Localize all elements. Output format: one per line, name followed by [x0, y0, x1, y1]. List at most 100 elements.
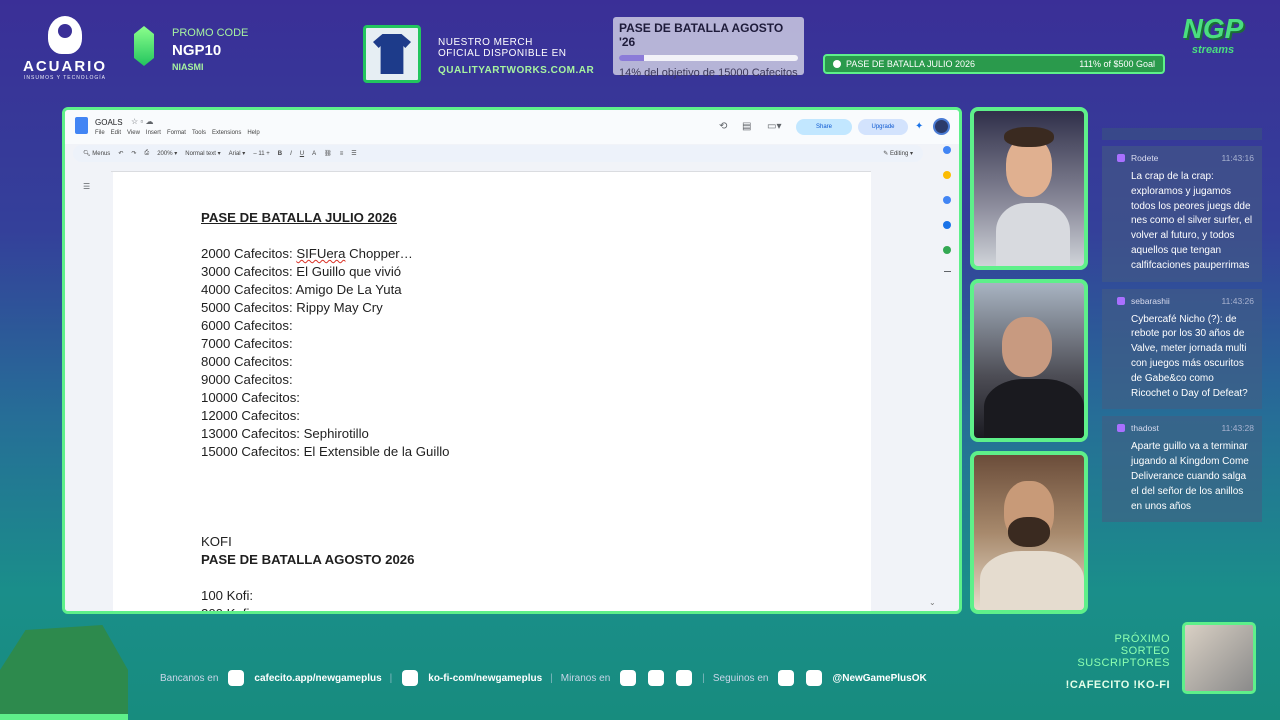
- doc-line: 100 Kofi:: [201, 588, 254, 603]
- promo-code-value: NGP10: [172, 42, 222, 59]
- menu-edit[interactable]: Edit: [111, 130, 121, 136]
- gemini-icon[interactable]: ✦: [915, 121, 923, 132]
- merch-info: NUESTRO MERCH OFICIAL DISPONIBLE EN QUAL…: [438, 37, 594, 76]
- keep-icon[interactable]: [943, 171, 951, 179]
- doc-heading-july: PASE DE BATALLA JULIO 2026: [201, 210, 397, 225]
- redo-icon[interactable]: ↷: [131, 150, 136, 157]
- font-select[interactable]: Arial ▾: [229, 150, 246, 157]
- sorteo-prize-image: [1182, 622, 1256, 694]
- search-menus[interactable]: 🔍︎ Menus: [83, 150, 110, 157]
- add-addon-icon[interactable]: [943, 271, 951, 272]
- separator: |: [702, 672, 705, 684]
- menu-format[interactable]: Format: [167, 130, 186, 136]
- kick-icon: [648, 670, 665, 686]
- social-handle: @NewGamePlusOK: [832, 672, 927, 684]
- align-icon[interactable]: ≡: [340, 151, 344, 157]
- doc-content[interactable]: PASE DE BATALLA JULIO 2026 2000 Cafecito…: [201, 209, 450, 614]
- bold-icon[interactable]: B: [278, 151, 282, 157]
- webcam-host-1: [970, 107, 1088, 270]
- webcam-host-2: [970, 279, 1088, 442]
- sorteo-line3: SUSCRIPTORES: [1077, 657, 1170, 669]
- separator: |: [389, 672, 393, 684]
- menu-file[interactable]: File: [95, 130, 105, 136]
- docs-icon[interactable]: [75, 117, 88, 134]
- google-docs-window[interactable]: GOALS ☆ ▫ ☁ File Edit View Insert Format…: [62, 107, 962, 614]
- underline-icon[interactable]: U: [300, 151, 304, 157]
- list-icon[interactable]: ☰: [351, 150, 356, 157]
- gem-icon: [134, 26, 154, 66]
- doc-left-gutter: [65, 172, 113, 611]
- host-3-hoodie: [980, 551, 1084, 610]
- ngp-logo: NGP streams: [1175, 14, 1251, 72]
- calendar-icon[interactable]: [943, 146, 951, 154]
- sorteo-line2: SORTEO: [1120, 645, 1170, 657]
- outline-icon[interactable]: ☰: [83, 182, 96, 192]
- menu-insert[interactable]: Insert: [146, 130, 161, 136]
- sorteo-panel: PRÓXIMO SORTEO SUSCRIPTORES !CAFECITO !K…: [1062, 633, 1170, 691]
- scroll-arrow-icon[interactable]: ⌄: [929, 598, 936, 607]
- doc-line: 12000 Cafecitos:: [201, 408, 300, 423]
- zoom-select[interactable]: 200% ▾: [157, 150, 177, 157]
- twitch-badge-icon: [1117, 424, 1125, 433]
- menu-extensions[interactable]: Extensions: [212, 130, 241, 136]
- contacts-icon[interactable]: [943, 221, 951, 229]
- doc-line: 2000 Cafecitos: SIFUera Chopper…: [201, 246, 413, 261]
- chat-header: [1102, 128, 1262, 140]
- text-color-icon[interactable]: A: [312, 151, 316, 157]
- print-icon[interactable]: ⎙: [144, 150, 149, 157]
- doc-line: 4000 Cafecitos: Amigo De La Yuta: [201, 282, 402, 297]
- star-icon[interactable]: ☆ ▫ ☁: [131, 117, 153, 126]
- chat-panel: Rodete 11:43:16 La crap de la crap: explo…: [1102, 128, 1262, 598]
- upgrade-button[interactable]: Upgrade: [858, 119, 908, 135]
- share-button[interactable]: Share: [796, 119, 852, 135]
- logo-sub: INSUMOS Y TECNOLOGÍA: [24, 75, 106, 81]
- ngp-logo-text: NGP: [1182, 13, 1244, 44]
- doc-title[interactable]: GOALS: [95, 118, 123, 127]
- maps-icon[interactable]: [943, 246, 951, 254]
- doc-line: 200 Kofi:: [201, 606, 254, 614]
- promo-code: PROMO CODE NGP10 NIASMI: [172, 27, 248, 72]
- menu-view[interactable]: View: [127, 130, 140, 136]
- font-size-input[interactable]: – 11 +: [253, 151, 269, 157]
- doc-kofi-label: KOFI: [201, 534, 232, 549]
- cafecito-link: cafecito.app/newgameplus: [254, 672, 382, 684]
- sorteo-line1: PRÓXIMO: [1114, 633, 1170, 645]
- tasks-icon[interactable]: [943, 196, 951, 204]
- doc-line: 9000 Cafecitos:: [201, 372, 293, 387]
- docs-header: GOALS ☆ ▫ ☁ File Edit View Insert Format…: [65, 110, 959, 144]
- doc-line: 3000 Cafecitos: El Guillo que vivió: [201, 264, 402, 279]
- miranos-label: Miranos en: [560, 672, 611, 684]
- ruler[interactable]: [111, 164, 871, 172]
- history-icon[interactable]: ⟲: [719, 121, 727, 132]
- editing-mode-select[interactable]: ✎ Editing ▾: [883, 150, 913, 157]
- chat-text: Aparte guillo va a terminar jugando al K…: [1131, 441, 1249, 512]
- italic-icon[interactable]: I: [290, 151, 292, 157]
- doc-line: 6000 Cafecitos:: [201, 318, 293, 333]
- tshirt-icon: [373, 34, 411, 74]
- doc-line: 5000 Cafecitos: Rippy May Cry: [201, 300, 383, 315]
- avatar[interactable]: [933, 118, 950, 135]
- chat-text: Cybercafé Nicho (?): de rebote por los 3…: [1131, 313, 1248, 399]
- chat-user: Rodete: [1131, 153, 1159, 163]
- undo-icon[interactable]: ↶: [118, 150, 123, 157]
- instagram-icon: [778, 670, 795, 686]
- goal-label: PASE DE BATALLA JULIO 2026: [846, 59, 976, 69]
- sorteo-command: !CAFECITO !KO-FI: [1065, 679, 1170, 691]
- bancanos-label: Bancanos en: [160, 672, 219, 684]
- menu-help[interactable]: Help: [247, 130, 259, 136]
- video-call-icon[interactable]: ▭▾: [767, 121, 781, 132]
- chat-user: sebarashii: [1131, 295, 1170, 306]
- merch-line1: NUESTRO MERCH: [438, 37, 533, 48]
- chat-message: sebarashii 11:43:26 Cybercafé Nicho (?): …: [1102, 288, 1262, 410]
- link-icon[interactable]: ⛓: [324, 150, 332, 157]
- mascot-illustration: [0, 625, 128, 720]
- battle-pass-bar: [619, 55, 798, 61]
- host-1-hoodie: [996, 203, 1070, 266]
- menu-tools[interactable]: Tools: [192, 130, 206, 136]
- separator: |: [550, 672, 553, 684]
- style-select[interactable]: Normal text ▾: [185, 150, 220, 157]
- twitch-badge-icon: [1117, 296, 1125, 305]
- comment-icon[interactable]: ▤: [742, 121, 751, 132]
- heart-icon: [833, 60, 841, 68]
- youtube-icon: [676, 670, 693, 686]
